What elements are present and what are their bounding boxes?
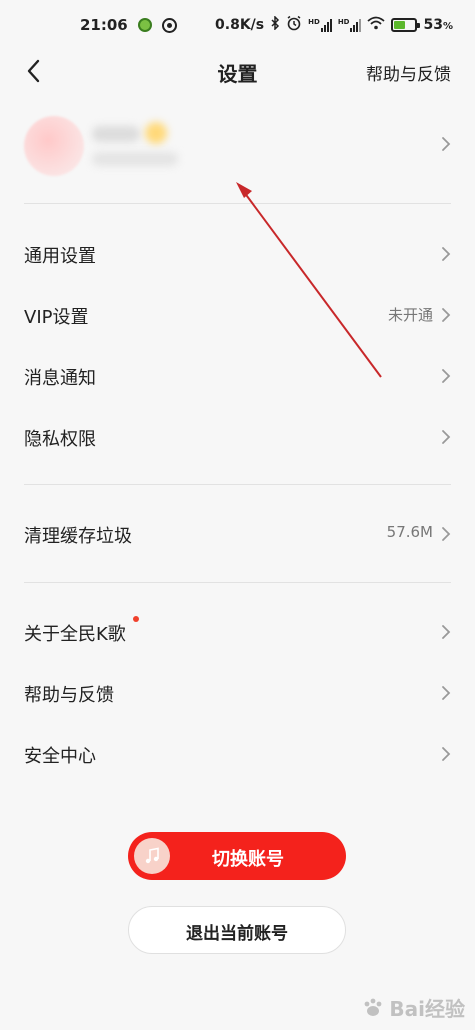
chevron-right-icon (441, 624, 451, 640)
switch-account-button[interactable]: 切换账号 (128, 832, 346, 880)
item-label: 关于全民K歌 (24, 624, 126, 645)
status-bar: 21:06 0.8K/s HD HD 53% (0, 0, 475, 50)
switch-account-label: 切换账号 (212, 849, 284, 870)
signal-2-icon: HD (338, 18, 362, 32)
vip-settings-item[interactable]: VIP设置 未开通 (0, 285, 475, 345)
vip-status-value: 未开通 (387, 306, 433, 324)
divider (24, 484, 451, 485)
user-info-blurred (92, 152, 178, 166)
watermark-text: Bai经验 (389, 997, 465, 1021)
avatar (24, 116, 84, 176)
vip-badge-blurred (145, 122, 167, 144)
item-label: 清理缓存垃圾 (24, 526, 132, 547)
privacy-item[interactable]: 隐私权限 (0, 407, 475, 467)
item-label: VIP设置 (24, 307, 89, 328)
hd-label-2: HD (337, 18, 350, 26)
wifi-icon (367, 16, 386, 34)
chevron-right-icon (441, 429, 451, 445)
chevron-right-icon (441, 136, 451, 152)
item-label: 帮助与反馈 (24, 685, 114, 706)
notifications-item[interactable]: 消息通知 (0, 346, 475, 406)
chevron-left-icon (27, 59, 40, 83)
sync-notification-icon (161, 17, 177, 33)
chevron-right-icon (441, 746, 451, 762)
chevron-right-icon (441, 368, 451, 384)
net-speed: 0.8K/s (215, 17, 265, 33)
clear-cache-item[interactable]: 清理缓存垃圾 57.6M (0, 504, 475, 564)
alarm-icon (286, 15, 302, 35)
chevron-right-icon (441, 526, 451, 542)
status-time: 21:06 (80, 16, 128, 34)
about-item[interactable]: 关于全民K歌 (0, 602, 475, 662)
help-feedback-link[interactable]: 帮助与反馈 (366, 60, 451, 85)
divider (24, 582, 451, 583)
battery-percent: 53% (423, 17, 453, 33)
status-right: 0.8K/s HD HD 53% (215, 15, 453, 35)
divider (24, 203, 451, 204)
logout-label: 退出当前账号 (186, 924, 288, 944)
back-button[interactable] (22, 56, 46, 86)
item-label: 安全中心 (24, 746, 96, 767)
hd-label-1: HD (308, 18, 320, 26)
item-label: 消息通知 (24, 368, 96, 389)
profile-row[interactable] (0, 108, 475, 188)
chevron-right-icon (441, 307, 451, 323)
bluetooth-icon (270, 15, 280, 34)
item-label: 隐私权限 (24, 429, 96, 450)
cache-size-value: 57.6M (386, 523, 433, 541)
general-settings-item[interactable]: 通用设置 (0, 224, 475, 284)
logout-button[interactable]: 退出当前账号 (128, 906, 346, 954)
username-blurred (92, 126, 140, 142)
help-feedback-item[interactable]: 帮助与反馈 (0, 663, 475, 723)
watermark: Bai经验 (361, 993, 465, 1022)
app-notification-icon (137, 18, 152, 32)
nav-bar: 设置 帮助与反馈 (0, 48, 475, 94)
chevron-right-icon (441, 246, 451, 262)
status-left: 21:06 (80, 16, 177, 34)
paw-icon (364, 998, 382, 1016)
new-badge-dot (133, 616, 139, 622)
battery-icon (391, 18, 421, 32)
item-label: 通用设置 (24, 246, 96, 267)
security-center-item[interactable]: 安全中心 (0, 724, 475, 784)
chevron-right-icon (441, 685, 451, 701)
signal-1-icon: HD (308, 18, 332, 32)
